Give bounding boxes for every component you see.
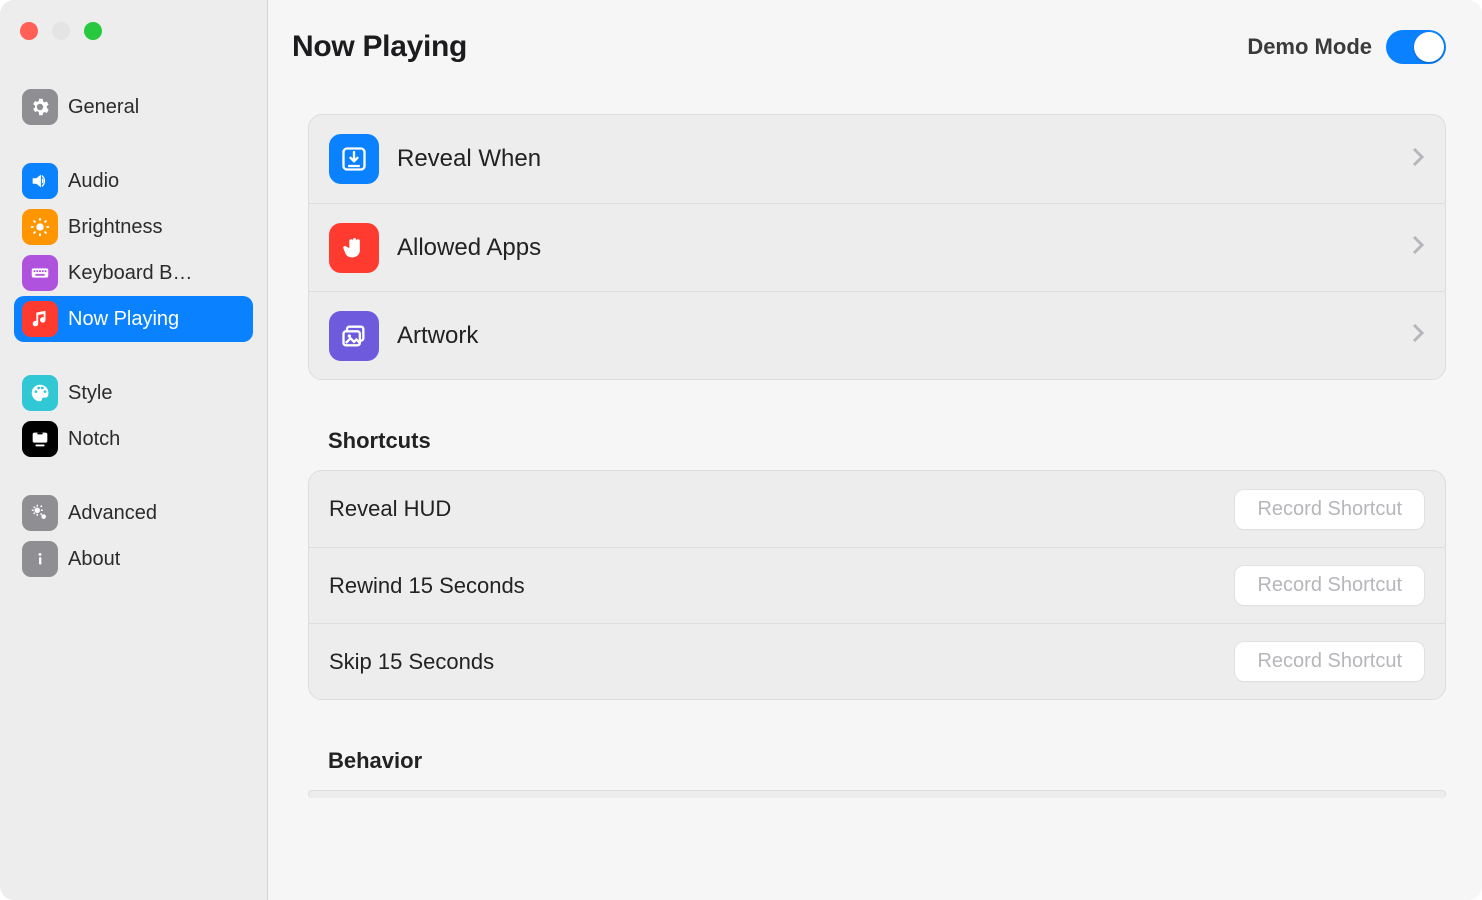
zoom-window-button[interactable] [84,22,102,40]
display-icon [22,421,58,457]
row-reveal-when[interactable]: Reveal When [309,115,1445,203]
sidebar-item-label: Style [68,382,112,405]
sun-icon [22,209,58,245]
row-label: Reveal When [397,145,1393,173]
row-label: Rewind 15 Seconds [329,573,1216,599]
keyboard-icon [22,255,58,291]
gear-icon [22,89,58,125]
row-reveal-hud: Reveal HUD Record Shortcut [309,471,1445,547]
record-shortcut-button[interactable]: Record Shortcut [1234,641,1425,682]
header-right: Demo Mode [1247,30,1446,64]
row-skip-15: Skip 15 Seconds Record Shortcut [309,623,1445,699]
preferences-window: General Audio Brightness Keyboa [0,0,1482,900]
close-window-button[interactable] [20,22,38,40]
page-title: Now Playing [292,30,467,64]
header: Now Playing Demo Mode [292,0,1446,114]
download-box-icon [329,134,379,184]
window-controls [14,22,253,40]
sidebar: General Audio Brightness Keyboa [0,0,268,900]
sidebar-item-style[interactable]: Style [14,370,253,416]
row-allowed-apps[interactable]: Allowed Apps [309,203,1445,291]
sidebar-group: Style Notch [14,370,253,462]
demo-mode-toggle[interactable] [1386,30,1446,64]
minimize-window-button[interactable] [52,22,70,40]
row-label: Allowed Apps [397,234,1393,262]
sidebar-group: General [14,84,253,130]
section-header-behavior: Behavior [328,748,1446,774]
sidebar-item-now-playing[interactable]: Now Playing [14,296,253,342]
sidebar-item-label: About [68,548,120,571]
demo-mode-label: Demo Mode [1247,34,1372,60]
palette-icon [22,375,58,411]
photos-icon [329,311,379,361]
sidebar-item-keyboard-brightness[interactable]: Keyboard B… [14,250,253,296]
sidebar-item-label: Notch [68,428,120,451]
sidebar-item-label: Keyboard B… [68,262,193,285]
sidebar-group: Advanced About [14,490,253,582]
speaker-icon [22,163,58,199]
chevron-right-icon [1411,234,1425,261]
settings-group: Reveal When Allowed Apps Artwork [308,114,1446,380]
sidebar-item-notch[interactable]: Notch [14,416,253,462]
section-header-shortcuts: Shortcuts [328,428,1446,454]
row-label: Reveal HUD [329,496,1216,522]
sidebar-item-audio[interactable]: Audio [14,158,253,204]
sidebar-item-advanced[interactable]: Advanced [14,490,253,536]
sidebar-item-label: Advanced [68,502,157,525]
sidebar-item-label: Audio [68,170,119,193]
chevron-right-icon [1411,146,1425,173]
cogs-icon [22,495,58,531]
row-rewind-15: Rewind 15 Seconds Record Shortcut [309,547,1445,623]
sidebar-group: Audio Brightness Keyboard B… Now Playing [14,158,253,342]
sidebar-item-label: General [68,96,139,119]
main-content: Now Playing Demo Mode Reveal When [268,0,1482,900]
sidebar-item-label: Brightness [68,216,163,239]
info-icon [22,541,58,577]
hand-icon [329,223,379,273]
behavior-group [308,790,1446,798]
toggle-knob [1414,32,1444,62]
music-note-icon [22,301,58,337]
sidebar-item-brightness[interactable]: Brightness [14,204,253,250]
sidebar-item-about[interactable]: About [14,536,253,582]
sidebar-item-general[interactable]: General [14,84,253,130]
record-shortcut-button[interactable]: Record Shortcut [1234,565,1425,606]
row-label: Skip 15 Seconds [329,649,1216,675]
row-artwork[interactable]: Artwork [309,291,1445,379]
record-shortcut-button[interactable]: Record Shortcut [1234,489,1425,530]
sidebar-item-label: Now Playing [68,308,179,331]
row-label: Artwork [397,322,1393,350]
shortcuts-group: Reveal HUD Record Shortcut Rewind 15 Sec… [308,470,1446,700]
chevron-right-icon [1411,322,1425,349]
